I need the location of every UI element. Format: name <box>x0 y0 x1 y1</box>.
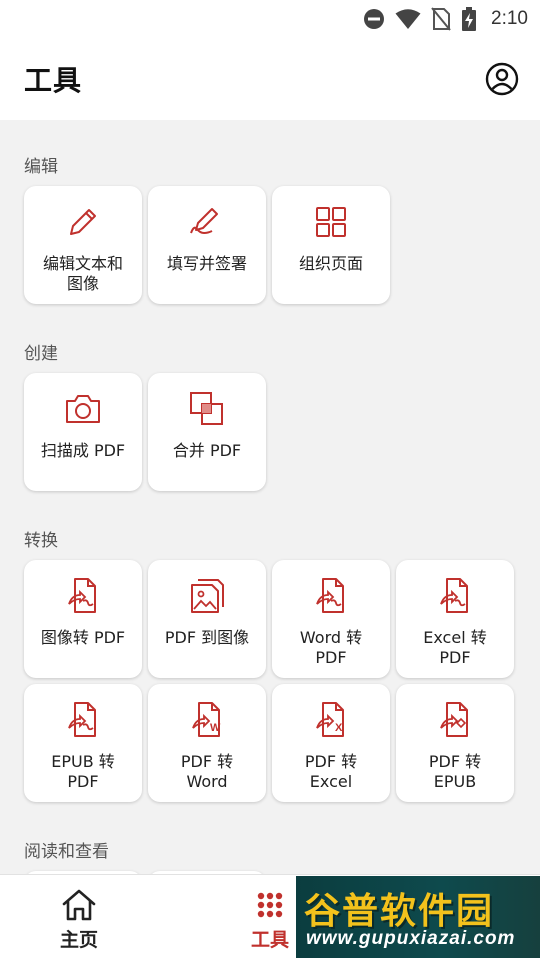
word-badge: W <box>210 722 221 734</box>
tool-word-to-pdf[interactable]: Word 转 PDF <box>272 560 390 678</box>
tool-label: PDF 转 Word <box>180 752 234 791</box>
no-sim-icon <box>431 7 451 31</box>
camera-icon <box>66 395 100 423</box>
watermark-title: 谷普软件园 <box>304 891 495 932</box>
tool-label: 合并 PDF <box>172 441 242 460</box>
section-title-read: 阅读和查看 <box>24 842 109 862</box>
status-time: 2:10 <box>491 8 528 29</box>
merge-icon <box>190 392 223 425</box>
tool-label: 编辑文本和 图像 <box>42 254 123 293</box>
image-to-pdf-icon <box>68 578 96 613</box>
nav-tools-label: 工具 <box>250 929 289 951</box>
do-not-disturb-icon <box>364 9 385 29</box>
tools-list[interactable]: 编辑 编辑文本和 图像 填写并签署 组织页面 创建 扫描成 PDF 合并 PDF… <box>0 120 540 874</box>
tool-label: 组织页面 <box>298 254 363 273</box>
battery-charging-icon <box>462 7 477 31</box>
tools-grid-icon <box>257 892 283 918</box>
pdf-to-epub-icon <box>440 702 468 737</box>
pdf-to-image-icon <box>191 579 224 613</box>
tool-excel-to-pdf[interactable]: Excel 转 PDF <box>396 560 514 678</box>
home-icon <box>62 889 96 921</box>
excel-badge: X <box>335 722 343 734</box>
pencil-icon <box>70 209 96 235</box>
tool-edit-text-images[interactable]: 编辑文本和 图像 <box>24 186 142 304</box>
tool-label: Word 转 PDF <box>299 628 363 667</box>
tool-fill-sign[interactable]: 填写并签署 <box>148 186 266 304</box>
sign-pen-icon <box>190 208 218 235</box>
section-title-create: 创建 <box>24 344 58 364</box>
tool-pdf-to-image[interactable]: PDF 到图像 <box>148 560 266 678</box>
tool-pdf-to-epub[interactable]: PDF 转 EPUB <box>396 684 514 802</box>
tool-pdf-to-word[interactable]: W PDF 转 Word <box>148 684 266 802</box>
tool-epub-to-pdf[interactable]: EPUB 转 PDF <box>24 684 142 802</box>
tool-label: PDF 到图像 <box>164 628 250 647</box>
nav-home-label: 主页 <box>59 929 98 951</box>
tool-organize-pages[interactable]: 组织页面 <box>272 186 390 304</box>
excel-to-pdf-icon <box>440 578 468 613</box>
app-header: 工具 <box>0 38 540 120</box>
nav-home[interactable]: 主页 <box>29 875 129 960</box>
section-title-convert: 转换 <box>24 531 58 551</box>
pdf-to-excel-icon: X <box>316 702 344 737</box>
tool-label: Excel 转 PDF <box>423 628 487 667</box>
pdf-to-word-icon: W <box>192 702 221 737</box>
tool-label: EPUB 转 PDF <box>51 752 115 791</box>
tool-pdf-to-excel[interactable]: X PDF 转 Excel <box>272 684 390 802</box>
watermark-banner: 谷普软件园 www.gupuxiazai.com <box>296 876 540 958</box>
account-icon <box>485 62 519 96</box>
account-button[interactable] <box>484 61 520 97</box>
tool-scan-to-pdf[interactable]: 扫描成 PDF <box>24 373 142 491</box>
status-bar: 2:10 <box>0 0 540 38</box>
grid-pages-icon <box>316 207 346 237</box>
tool-merge-pdf[interactable]: 合并 PDF <box>148 373 266 491</box>
tool-label: 图像转 PDF <box>40 628 126 647</box>
tool-label: PDF 转 Excel <box>304 752 358 791</box>
watermark-url: www.gupuxiazai.com <box>306 928 516 949</box>
epub-to-pdf-icon <box>68 702 96 737</box>
section-title-edit: 编辑 <box>24 157 58 177</box>
tool-label: PDF 转 EPUB <box>428 752 482 791</box>
tool-image-to-pdf[interactable]: 图像转 PDF <box>24 560 142 678</box>
page-title: 工具 <box>24 64 83 97</box>
word-to-pdf-icon <box>316 578 344 613</box>
tool-label: 扫描成 PDF <box>40 441 126 460</box>
tool-label: 填写并签署 <box>166 254 247 273</box>
wifi-icon <box>395 9 421 29</box>
